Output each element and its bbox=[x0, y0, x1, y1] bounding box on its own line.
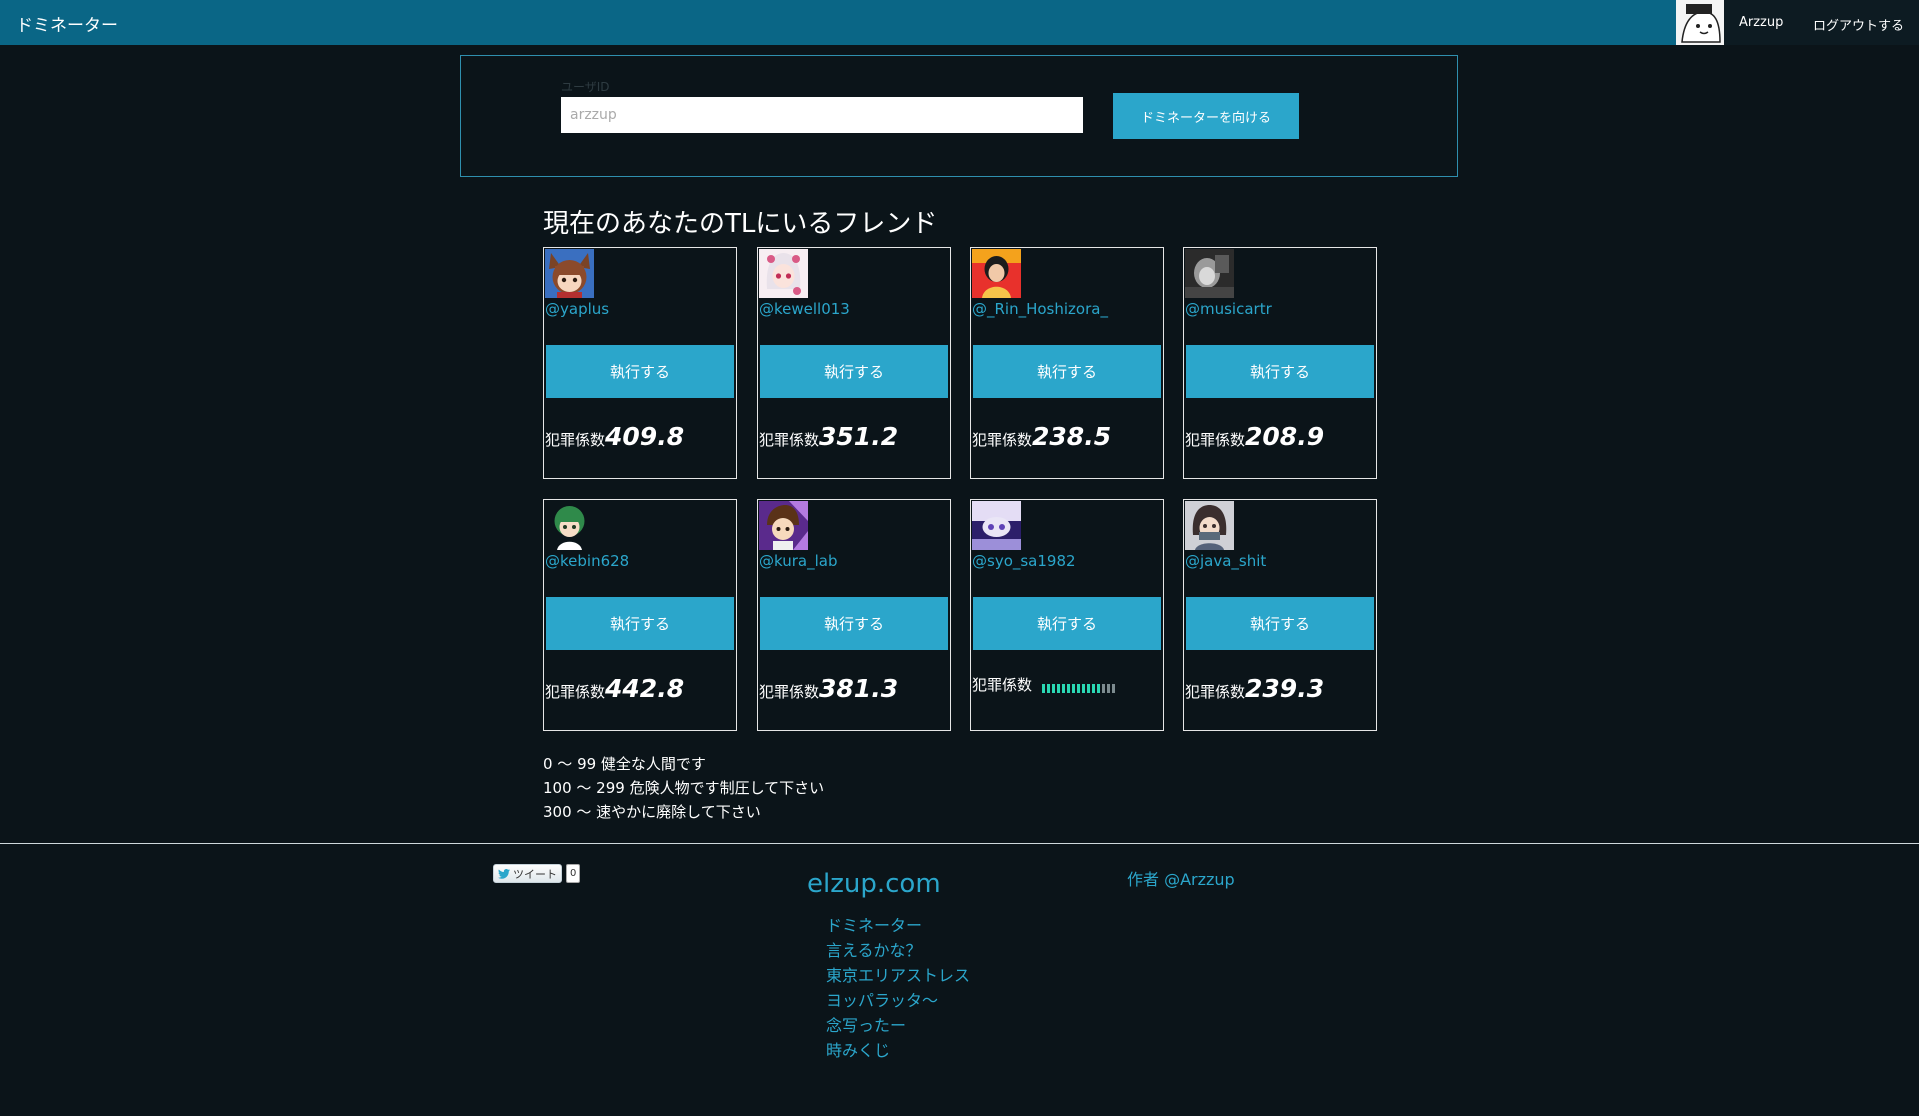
friend-handle[interactable]: @kura_lab bbox=[759, 552, 837, 570]
gauge-segment bbox=[1087, 683, 1091, 693]
execute-button[interactable]: 執行する bbox=[973, 597, 1161, 650]
gauge-segment bbox=[1057, 683, 1061, 693]
brand-title[interactable]: ドミネーター bbox=[16, 11, 118, 36]
execute-button[interactable]: 執行する bbox=[760, 597, 948, 650]
tweet-count: 0 bbox=[566, 864, 581, 883]
twitter-bird-icon bbox=[498, 868, 510, 879]
gauge-segment bbox=[1067, 683, 1071, 693]
friend-handle[interactable]: @_Rin_Hoshizora_ bbox=[972, 300, 1108, 318]
crime-coefficient-value: 238.5 bbox=[1032, 422, 1112, 451]
footer-link-nensha[interactable]: 念写ったー bbox=[826, 1012, 906, 1036]
friend-card: @kebin628 執行する 犯罪係数 442.8 bbox=[543, 499, 737, 731]
gauge-segment bbox=[1052, 683, 1056, 693]
execute-button[interactable]: 執行する bbox=[973, 345, 1161, 398]
crime-coefficient-label: 犯罪係数 bbox=[972, 431, 1033, 449]
crime-coefficient: 犯罪係数 bbox=[972, 674, 1116, 702]
gauge-segment bbox=[1107, 683, 1111, 693]
friend-handle[interactable]: @musicartr bbox=[1185, 300, 1272, 318]
friend-card: @syo_sa1982 執行する 犯罪係数 bbox=[970, 499, 1164, 731]
crime-coefficient-value: 381.3 bbox=[819, 674, 899, 703]
gauge-segment bbox=[1042, 683, 1046, 693]
footer-link-dominator[interactable]: ドミネーター bbox=[826, 912, 922, 936]
gauge-segment bbox=[1112, 683, 1116, 693]
legend-dangerous: 100 〜 299 危険人物です制圧して下さい bbox=[543, 779, 825, 797]
user-avatar[interactable] bbox=[1676, 0, 1724, 45]
friend-card: @kura_lab 執行する 犯罪係数 381.3 bbox=[757, 499, 951, 731]
measuring-gauge bbox=[1042, 683, 1116, 693]
crime-coefficient-label: 犯罪係数 bbox=[545, 683, 606, 701]
friend-avatar bbox=[545, 249, 594, 298]
friend-handle[interactable]: @kebin628 bbox=[545, 552, 629, 570]
friend-avatar bbox=[1185, 501, 1234, 550]
friend-handle[interactable]: @java_shit bbox=[1185, 552, 1266, 570]
friend-card: @musicartr 執行する 犯罪係数 208.9 bbox=[1183, 247, 1377, 479]
gauge-segment bbox=[1072, 683, 1076, 693]
friend-card: @kewell013 執行する 犯罪係数 351.2 bbox=[757, 247, 951, 479]
friend-avatar bbox=[759, 501, 808, 550]
friend-handle[interactable]: @syo_sa1982 bbox=[972, 552, 1076, 570]
crime-coefficient-label: 犯罪係数 bbox=[1185, 683, 1246, 701]
crime-coefficient-label: 犯罪係数 bbox=[545, 431, 606, 449]
friend-avatar bbox=[759, 249, 808, 298]
execute-button[interactable]: 執行する bbox=[546, 597, 734, 650]
footer-link-ierukana[interactable]: 言えるかな？ bbox=[826, 937, 922, 961]
friend-card: @_Rin_Hoshizora_ 執行する 犯罪係数 238.5 bbox=[970, 247, 1164, 479]
crime-coefficient-label: 犯罪係数 bbox=[1185, 431, 1246, 449]
author-link[interactable]: 作者 @Arzzup bbox=[1127, 866, 1235, 890]
crime-coefficient: 犯罪係数 238.5 bbox=[972, 422, 1112, 451]
crime-coefficient-value: 409.8 bbox=[605, 422, 685, 451]
crime-coefficient: 犯罪係数 208.9 bbox=[1185, 422, 1325, 451]
footer-link-yopparatta[interactable]: ヨッパラッタ〜 bbox=[826, 987, 938, 1011]
tweet-label: ツイート bbox=[513, 867, 557, 881]
crime-coefficient: 犯罪係数 381.3 bbox=[759, 674, 899, 703]
tweet-button[interactable]: ツイート bbox=[493, 864, 562, 883]
friend-handle[interactable]: @yaplus bbox=[545, 300, 609, 318]
execute-button[interactable]: 執行する bbox=[546, 345, 734, 398]
crime-coefficient-value: 351.2 bbox=[819, 422, 899, 451]
footer-divider bbox=[0, 843, 1919, 844]
legend-healthy: 0 〜 99 健全な人間です bbox=[543, 755, 706, 773]
friend-avatar bbox=[972, 501, 1021, 550]
gauge-segment bbox=[1097, 683, 1101, 693]
crime-coefficient: 犯罪係数 351.2 bbox=[759, 422, 899, 451]
site-title-link[interactable]: elzup.com bbox=[807, 869, 941, 899]
gauge-segment bbox=[1047, 683, 1051, 693]
user-name[interactable]: Arzzup bbox=[1739, 15, 1783, 30]
friend-handle[interactable]: @kewell013 bbox=[759, 300, 850, 318]
footer-link-tokimikuji[interactable]: 時みくじ bbox=[826, 1037, 890, 1061]
friend-avatar bbox=[545, 501, 594, 550]
execute-button[interactable]: 執行する bbox=[760, 345, 948, 398]
crime-coefficient-label: 犯罪係数 bbox=[759, 683, 820, 701]
footer-link-tokyo-area-stress[interactable]: 東京エリアストレス bbox=[826, 962, 970, 986]
crime-coefficient-value: 239.3 bbox=[1245, 674, 1325, 703]
gauge-segment bbox=[1062, 683, 1066, 693]
gauge-segment bbox=[1077, 683, 1081, 693]
logout-link[interactable]: ログアウトする bbox=[1813, 15, 1904, 34]
friend-avatar bbox=[972, 249, 1021, 298]
execute-button[interactable]: 執行する bbox=[1186, 597, 1374, 650]
legend-eliminate: 300 〜 速やかに廃除して下さい bbox=[543, 803, 761, 821]
friend-avatar bbox=[1185, 249, 1234, 298]
section-title: 現在のあなたのTLにいるフレンド bbox=[543, 209, 938, 239]
crime-coefficient-label: 犯罪係数 bbox=[759, 431, 820, 449]
crime-coefficient-value: 442.8 bbox=[605, 674, 685, 703]
friend-card: @java_shit 執行する 犯罪係数 239.3 bbox=[1183, 499, 1377, 731]
friend-card: @yaplus 執行する 犯罪係数 409.8 bbox=[543, 247, 737, 479]
gauge-segment bbox=[1082, 683, 1086, 693]
top-bar: ドミネーター bbox=[0, 0, 1919, 45]
crime-coefficient-label: 犯罪係数 bbox=[972, 676, 1033, 694]
crime-coefficient: 犯罪係数 239.3 bbox=[1185, 674, 1325, 703]
aim-dominator-button[interactable]: ドミネーターを向ける bbox=[1113, 93, 1299, 139]
gauge-segment bbox=[1102, 683, 1106, 693]
user-id-input[interactable] bbox=[561, 97, 1083, 133]
crime-coefficient: 犯罪係数 409.8 bbox=[545, 422, 685, 451]
gauge-segment bbox=[1092, 683, 1096, 693]
crime-coefficient-value: 208.9 bbox=[1245, 422, 1325, 451]
execute-button[interactable]: 執行する bbox=[1186, 345, 1374, 398]
user-id-label: ユーザID bbox=[561, 80, 610, 94]
crime-coefficient: 犯罪係数 442.8 bbox=[545, 674, 685, 703]
